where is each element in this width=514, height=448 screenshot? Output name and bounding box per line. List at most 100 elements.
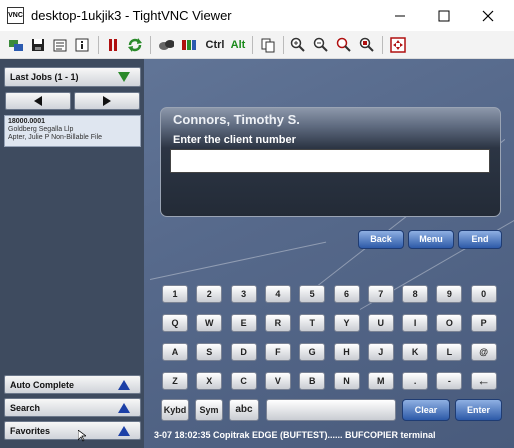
send-alt-button[interactable]: Alt: [229, 37, 247, 53]
toolbar-separator: [283, 36, 284, 54]
key-c[interactable]: C: [230, 372, 257, 390]
key-at[interactable]: @: [470, 343, 497, 361]
prev-job-button[interactable]: [5, 92, 71, 110]
next-job-button[interactable]: [74, 92, 140, 110]
key-w[interactable]: W: [196, 314, 223, 332]
info-icon[interactable]: [74, 37, 90, 53]
clear-key[interactable]: Clear: [402, 399, 450, 421]
pause-icon[interactable]: [105, 37, 121, 53]
key-backspace[interactable]: ←: [470, 372, 497, 390]
maximize-button[interactable]: [422, 0, 466, 31]
right-arrow-icon: [103, 96, 111, 106]
client-number-dialog: Connors, Timothy S. Enter the client num…: [160, 107, 501, 217]
auto-complete-label: Auto Complete: [10, 379, 74, 390]
favorites-label: Favorites: [10, 425, 51, 436]
vnc-app-icon: VNC: [7, 7, 24, 24]
key-m[interactable]: M: [367, 372, 394, 390]
key-n[interactable]: N: [333, 372, 360, 390]
menu-button[interactable]: Menu: [408, 230, 454, 249]
ctrl-esc-icon[interactable]: [181, 37, 197, 53]
kybd-key[interactable]: Kybd: [161, 399, 189, 421]
back-button[interactable]: Back: [358, 230, 404, 249]
key-r[interactable]: R: [264, 314, 291, 332]
key-a[interactable]: A: [162, 343, 188, 361]
key-p[interactable]: P: [470, 314, 497, 332]
key-dash[interactable]: -: [436, 372, 463, 390]
key-k[interactable]: K: [402, 343, 429, 361]
key-g[interactable]: G: [299, 343, 326, 361]
key-3[interactable]: 3: [230, 285, 257, 303]
key-5[interactable]: 5: [299, 285, 326, 303]
space-key[interactable]: [266, 399, 396, 421]
key-j[interactable]: J: [367, 343, 394, 361]
close-icon: [482, 10, 494, 21]
key-x[interactable]: X: [196, 372, 223, 390]
zoom-in-icon[interactable]: [290, 37, 306, 53]
auto-complete-button[interactable]: Auto Complete: [4, 375, 141, 394]
key-0[interactable]: 0: [470, 285, 497, 303]
abc-key[interactable]: abc: [229, 399, 259, 421]
job-matter: Apter, Julie P Non-Billable File: [8, 134, 103, 141]
toolbar-separator: [382, 36, 383, 54]
expand-triangle-icon: [118, 379, 130, 390]
zoom-out-icon[interactable]: [313, 37, 329, 53]
key-d[interactable]: D: [230, 343, 257, 361]
send-ctrl-button[interactable]: Ctrl: [204, 37, 226, 53]
key-9[interactable]: 9: [436, 285, 463, 303]
left-panel: Last Jobs (1 - 1) 18000.0001 Goldberg Se…: [0, 59, 144, 448]
key-2[interactable]: 2: [196, 285, 223, 303]
key-1[interactable]: 1: [162, 285, 188, 303]
key-u[interactable]: U: [367, 314, 394, 332]
save-icon[interactable]: [30, 37, 46, 53]
key-z[interactable]: Z: [162, 372, 188, 390]
key-q[interactable]: Q: [162, 314, 188, 332]
key-4[interactable]: 4: [264, 285, 291, 303]
job-client: Goldberg Segalla Llp: [8, 126, 74, 133]
key-8[interactable]: 8: [402, 285, 429, 303]
toolbar: Ctrl Alt: [0, 31, 514, 59]
toolbar-separator: [252, 36, 253, 54]
background-decoration: [149, 241, 327, 280]
options-icon[interactable]: [52, 37, 68, 53]
key-period[interactable]: .: [402, 372, 429, 390]
key-v[interactable]: V: [264, 372, 291, 390]
zoom-fit-icon[interactable]: [359, 37, 375, 53]
sym-key[interactable]: Sym: [195, 399, 223, 421]
user-name: Connors, Timothy S.: [173, 112, 300, 127]
last-jobs-dropdown[interactable]: Last Jobs (1 - 1): [4, 67, 141, 87]
enter-key[interactable]: Enter: [455, 399, 502, 421]
key-f[interactable]: F: [264, 343, 291, 361]
key-h[interactable]: H: [333, 343, 360, 361]
key-b[interactable]: B: [299, 372, 326, 390]
key-7[interactable]: 7: [367, 285, 394, 303]
client-number-prompt: Enter the client number: [173, 134, 296, 146]
title-bar: VNC desktop-1ukjik3 - TightVNC Viewer: [0, 0, 514, 31]
status-bar: 3-07 18:02:35 Copitrak EDGE (BUFTEST)...…: [154, 430, 436, 440]
clipboard-icon[interactable]: [260, 37, 276, 53]
key-o[interactable]: O: [436, 314, 463, 332]
key-6[interactable]: 6: [333, 285, 360, 303]
key-y[interactable]: Y: [333, 314, 360, 332]
client-number-input[interactable]: [170, 149, 490, 173]
key-e[interactable]: E: [230, 314, 257, 332]
search-label: Search: [10, 402, 41, 413]
refresh-icon[interactable]: [127, 37, 143, 53]
job-list-item[interactable]: 18000.0001 Goldberg Segalla Llp Apter, J…: [4, 115, 141, 147]
toolbar-separator: [150, 36, 151, 54]
toolbar-separator: [98, 36, 99, 54]
fullscreen-icon[interactable]: [390, 37, 406, 53]
key-t[interactable]: T: [299, 314, 326, 332]
zoom-100-icon[interactable]: [336, 37, 352, 53]
new-connection-icon[interactable]: [8, 37, 24, 53]
end-button[interactable]: End: [458, 230, 502, 249]
key-s[interactable]: S: [196, 343, 223, 361]
favorites-button[interactable]: Favorites: [4, 421, 141, 440]
minimize-button[interactable]: [378, 0, 422, 31]
mouse-cursor-icon: [78, 430, 86, 442]
remote-screen[interactable]: Last Jobs (1 - 1) 18000.0001 Goldberg Se…: [0, 59, 514, 448]
key-i[interactable]: I: [402, 314, 429, 332]
search-button[interactable]: Search: [4, 398, 141, 417]
key-l[interactable]: L: [436, 343, 463, 361]
close-button[interactable]: [466, 0, 510, 31]
ctrl-alt-del-icon[interactable]: [158, 37, 174, 53]
